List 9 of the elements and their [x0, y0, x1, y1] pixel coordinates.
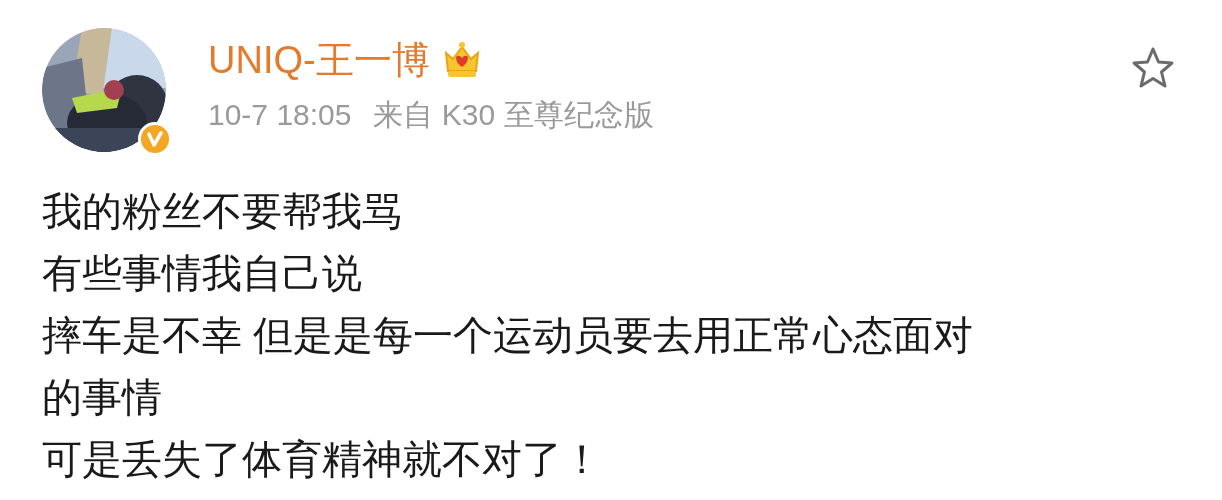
- post-time: 10-7 18:05: [208, 97, 352, 133]
- post-source: 来自 K30 至尊纪念版: [373, 97, 654, 133]
- post-text-line: 的事情: [42, 374, 162, 421]
- author-name[interactable]: UNIQ-王一博: [208, 36, 430, 84]
- star-icon[interactable]: [1130, 46, 1176, 90]
- post-text-line: 可是丢失了体育精神就不对了！: [42, 436, 602, 483]
- post-text-line: 摔车是不幸 但是是每一个运动员要去用正常心态面对: [42, 312, 974, 359]
- post-text-line: 有些事情我自己说: [42, 250, 362, 297]
- post-text-line: 我的粉丝不要帮我骂: [42, 188, 402, 235]
